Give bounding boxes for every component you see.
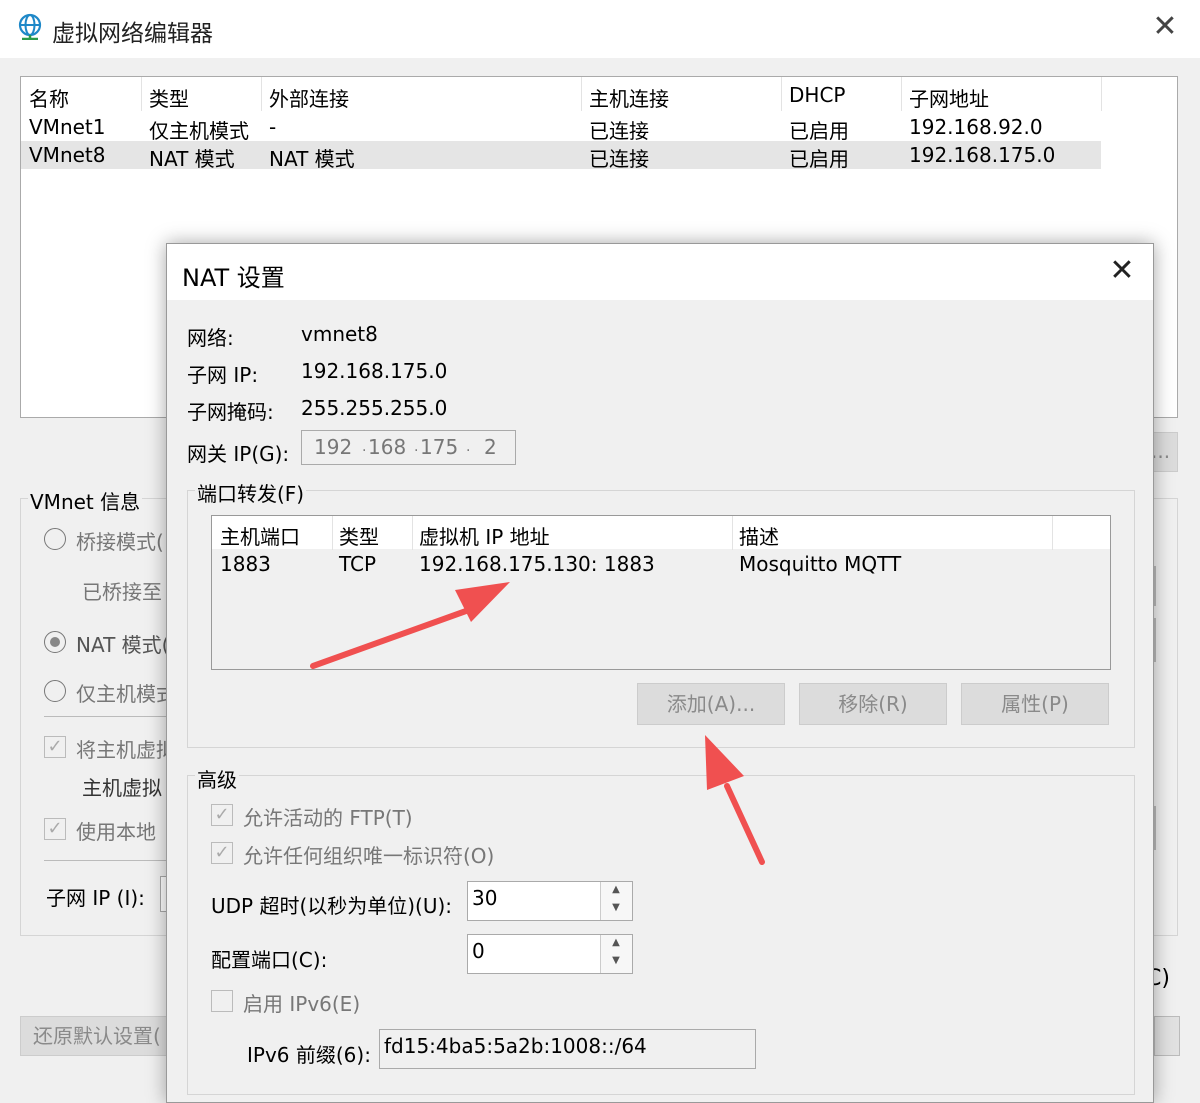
arrow-to-add-button (705, 735, 765, 865)
arrow-to-port-forward-row (310, 582, 510, 669)
annotation-arrows (310, 582, 765, 865)
